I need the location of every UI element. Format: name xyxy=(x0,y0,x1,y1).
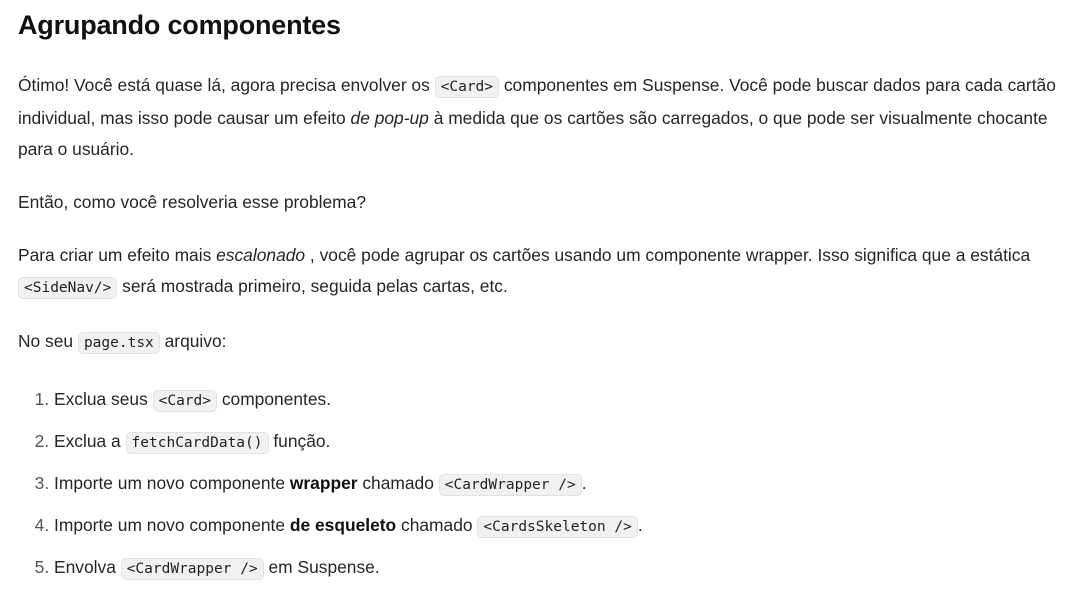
step-code: <CardWrapper /> xyxy=(120,558,264,580)
step-text: componentes. xyxy=(217,389,332,409)
step-code: <CardsSkeleton /> xyxy=(477,516,638,538)
list-item: Envolva <CardWrapper /> em Suspense. xyxy=(54,547,1087,589)
step-strong: wrapper xyxy=(289,473,358,493)
page-tsx-code: page.tsx xyxy=(77,332,160,354)
step-text: Importe um novo componente xyxy=(54,473,290,493)
intro-text-1: Ótimo! Você está quase lá, agora precisa… xyxy=(18,75,435,95)
staggered-emphasis: escalonado xyxy=(216,245,306,265)
list-item: Importe um novo componente wrapper chama… xyxy=(54,463,1087,505)
step-text: Exclua a xyxy=(54,431,126,451)
list-item: Importe um novo componente de esqueleto … xyxy=(54,505,1087,547)
step-text: . xyxy=(637,515,643,535)
document-page: Agrupando componentes Ótimo! Você está q… xyxy=(0,0,1087,582)
step-text: Exclua seus xyxy=(54,389,153,409)
step-text: . xyxy=(581,473,587,493)
sidenav-code: <SideNav/> xyxy=(18,277,118,299)
list-item: Exclua seus <Card> componentes. xyxy=(54,379,1087,421)
steps-list: Exclua seus <Card> componentes. Exclua a… xyxy=(18,379,1087,589)
step-code: fetchCardData() xyxy=(125,432,269,454)
step-code: <CardWrapper /> xyxy=(438,474,582,496)
file-text-1: No seu xyxy=(18,331,78,351)
step-text: função. xyxy=(268,431,331,451)
file-paragraph: No seu page.tsx arquivo: xyxy=(18,326,1087,359)
step-text: em Suspense. xyxy=(263,557,380,577)
approach-text-1: Para criar um efeito mais xyxy=(18,245,217,265)
step-strong: de esqueleto xyxy=(289,515,397,535)
step-code: <Card> xyxy=(152,390,217,412)
approach-text-3: será mostrada primeiro, seguida pelas ca… xyxy=(117,276,508,296)
file-text-2: arquivo: xyxy=(159,331,227,351)
approach-text-2: , você pode agrupar os cartões usando um… xyxy=(305,245,1031,265)
intro-paragraph: Ótimo! Você está quase lá, agora precisa… xyxy=(18,70,1087,165)
card-code: <Card> xyxy=(434,76,500,98)
question-paragraph: Então, como você resolveria esse problem… xyxy=(18,192,366,212)
step-text: chamado xyxy=(357,473,439,493)
step-text: chamado xyxy=(396,515,478,535)
popup-emphasis: de pop-up xyxy=(350,108,429,128)
step-text: Importe um novo componente xyxy=(54,515,290,535)
approach-paragraph: Para criar um efeito mais escalonado , v… xyxy=(18,240,1087,304)
step-text: Envolva xyxy=(54,557,121,577)
list-item: Exclua a fetchCardData() função. xyxy=(54,421,1087,463)
page-title: Agrupando componentes xyxy=(18,10,341,40)
